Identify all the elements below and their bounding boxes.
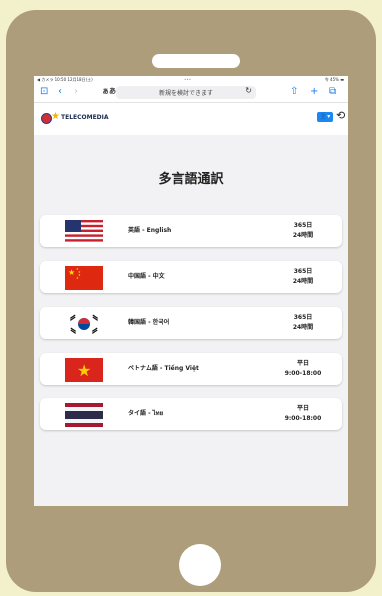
cn-flag-icon: ★ ★ ★ ★ ★ [65, 266, 103, 290]
availability-hours: 9:00-18:00 [284, 415, 322, 422]
availability: 平日 9:00-18:00 [278, 359, 328, 379]
tabs-icon[interactable]: ⧉ [329, 86, 336, 97]
service-card-thai[interactable]: タイ語 - ไทย 平日 9:00-18:00 [40, 398, 342, 430]
kr-flag-icon [65, 312, 103, 336]
availability-days: 365日 [293, 268, 313, 275]
page-title: 多言語通訳 [158, 172, 224, 187]
browser-toolbar: ⊡ ‹ › ぁあ 新規を検討できます ↻ ⇧ + ⧉ [34, 84, 348, 103]
language-label: 中国語 - 中文 [128, 273, 165, 280]
site-header: ★ TELECOMEDIA 👤▾ ⟲ [34, 103, 348, 135]
tablet-screen: ◀ カメラ 10:50 12月18日(土) ••• 令 45% ▬ ⊡ ‹ › … [34, 76, 348, 506]
language-label: 韓国語 - 한국어 [128, 319, 170, 326]
us-flag-icon [65, 220, 103, 244]
home-button[interactable] [179, 544, 221, 586]
svg-text:★: ★ [76, 276, 79, 280]
language-label: ベトナム語 - Tiếng Việt [128, 365, 199, 372]
service-card-korean[interactable]: 韓国語 - 한국어 365日 24時間 [40, 307, 342, 339]
vn-flag-icon: ★ [65, 358, 103, 382]
svg-text:★: ★ [77, 361, 91, 380]
availability-days: 365日 [293, 222, 313, 229]
availability-days: 365日 [293, 314, 313, 321]
status-bar: ◀ カメラ 10:50 12月18日(土) ••• 令 45% ▬ [34, 76, 348, 84]
logo-star-icon: ★ [51, 111, 60, 122]
address-bar[interactable]: ぁあ 新規を検討できます ↻ [102, 86, 256, 99]
availability-days: 平日 [296, 360, 309, 367]
availability-days: 平日 [296, 405, 309, 412]
availability: 平日 9:00-18:00 [278, 404, 328, 424]
service-card-chinese[interactable]: ★ ★ ★ ★ ★ 中国語 - 中文 365日 24時間 [40, 261, 342, 293]
user-menu-button[interactable]: 👤▾ [317, 112, 333, 122]
th-flag-icon [65, 403, 103, 427]
share-icon[interactable]: ⇧ [290, 86, 298, 97]
language-label: 英語 - English [128, 227, 172, 234]
address-text: 新規を検討できます [158, 90, 213, 97]
user-icon: 👤▾ [319, 113, 331, 120]
service-card-english[interactable]: 英語 - English 365日 24時間 [40, 215, 342, 247]
reader-button[interactable]: ぁあ [102, 86, 116, 96]
back-arrow-icon[interactable]: ‹ [58, 86, 62, 97]
reload-icon[interactable]: ↻ [245, 86, 252, 95]
availability-hours: 9:00-18:00 [284, 370, 322, 377]
availability-hours: 24時間 [292, 278, 314, 285]
status-left: ◀ カメラ 10:50 12月18日(土) [37, 77, 93, 82]
tablet-speaker [152, 54, 240, 68]
status-center: ••• [184, 77, 192, 82]
availability-hours: 24時間 [292, 232, 314, 239]
availability: 365日 24時間 [278, 221, 328, 241]
availability-hours: 24時間 [292, 324, 314, 331]
logo-text: TELECOMEDIA [61, 114, 109, 121]
return-icon[interactable]: ⟲ [336, 109, 345, 122]
service-card-vietnamese[interactable]: ★ ベトナム語 - Tiếng Việt 平日 9:00-18:00 [40, 353, 342, 385]
svg-text:★: ★ [68, 268, 75, 277]
new-tab-icon[interactable]: + [310, 86, 318, 97]
status-right: 令 45% ▬ [324, 77, 344, 82]
availability: 365日 24時間 [278, 267, 328, 287]
availability: 365日 24時間 [278, 313, 328, 333]
sidebar-icon[interactable]: ⊡ [40, 86, 48, 97]
language-label: タイ語 - ไทย [128, 410, 164, 417]
forward-arrow-icon[interactable]: › [74, 86, 78, 97]
